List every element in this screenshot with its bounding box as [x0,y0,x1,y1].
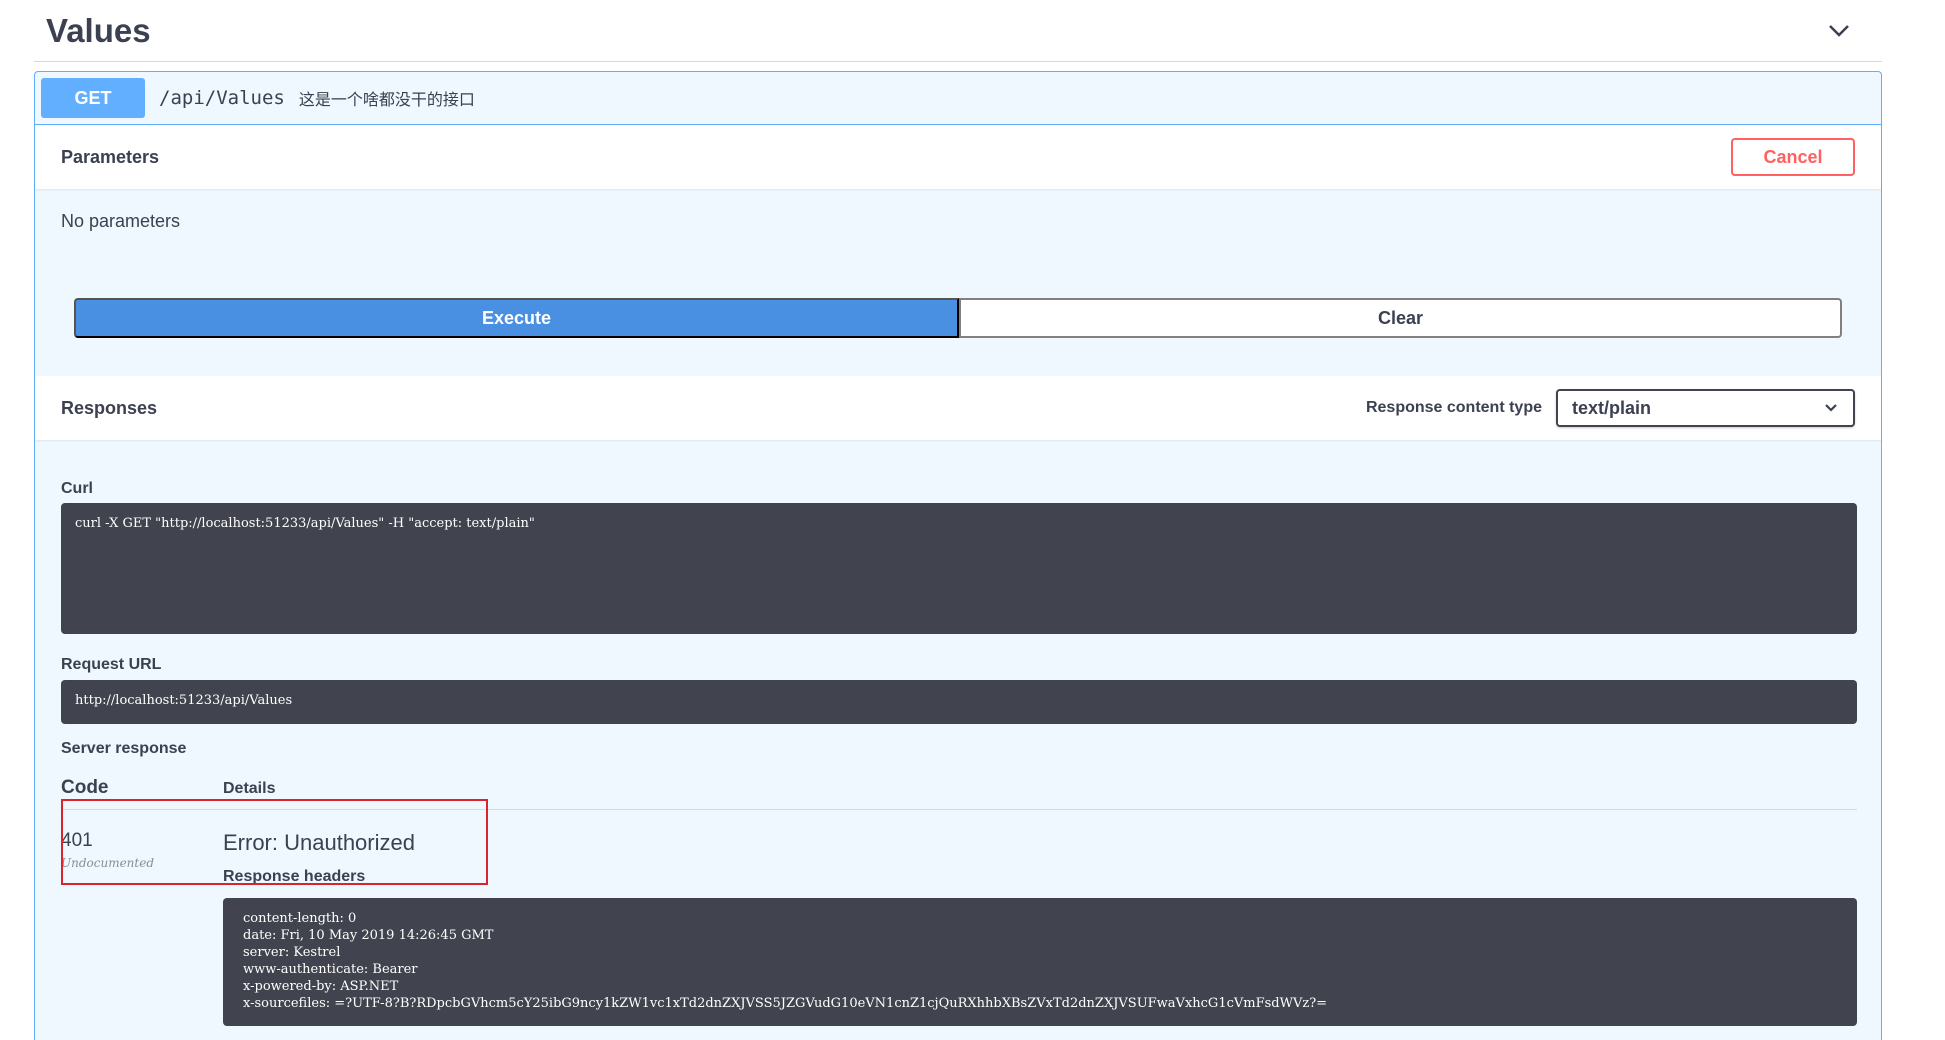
clear-button[interactable]: Clear [959,298,1842,338]
chevron-down-icon [1825,404,1837,412]
responses-header: Responses Response content type text/pla… [35,376,1881,440]
parameters-header: Parameters Cancel [35,125,1881,189]
response-headers-block[interactable]: content-length: 0 date: Fri, 10 May 2019 … [223,898,1857,1026]
response-content-type-select[interactable]: text/plain [1556,389,1855,427]
operation-description: 这是一个啥都没干的接口 [298,92,475,109]
response-content-type-label: Response content type [1365,399,1542,416]
request-url-label: Request URL [61,656,162,673]
details-column-header: Details [223,780,276,797]
response-content-type-value: text/plain [1572,397,1652,418]
tag-title: Values [46,11,151,49]
response-content-type: Response content type text/plain [1366,389,1855,427]
request-url-block[interactable]: http://localhost:51233/api/Values [61,680,1857,724]
curl-code-block[interactable]: curl -X GET "http://localhost:51233/api/… [61,503,1857,634]
response-header-line: date: Fri, 10 May 2019 14:26:45 GMT [243,928,494,943]
responses-title: Responses [61,397,158,418]
response-header-line: www-authenticate: Bearer [243,962,418,977]
response-header-line: x-sourcefiles: =?UTF-8?B?RDpcbGVhcm5cY25… [243,996,1328,1011]
code-column-header: Code [61,777,109,798]
method-badge: GET [41,78,145,118]
execute-wrapper: Execute Clear [74,298,1842,338]
execute-button[interactable]: Execute [74,298,959,338]
parameters-body: No parameters Execute Clear [35,189,1881,376]
response-header-line: content-length: 0 [243,911,357,926]
responses-body: Curl curl -X GET "http://localhost:51233… [35,440,1881,1040]
tag-header[interactable]: Values [34,0,1882,62]
operation-path: /api/Values [159,87,285,109]
operation-block: GET /api/Values 这是一个啥都没干的接口 Parameters C… [34,71,1882,1040]
operation-summary[interactable]: GET /api/Values 这是一个啥都没干的接口 [35,72,1881,125]
parameters-title: Parameters [61,146,160,167]
annotation-highlight-box [61,799,488,885]
response-header-line: x-powered-by: ASP.NET [243,979,399,994]
response-header-line: server: Kestrel [243,945,341,960]
chevron-down-icon[interactable] [1822,14,1856,48]
curl-label: Curl [61,480,93,497]
swagger-page: Values GET /api/Values 这是一个啥都没干的接口 Param… [0,0,1945,1040]
server-response-label: Server response [61,740,187,757]
cancel-button[interactable]: Cancel [1731,138,1855,176]
no-parameters-text: No parameters [61,211,181,231]
